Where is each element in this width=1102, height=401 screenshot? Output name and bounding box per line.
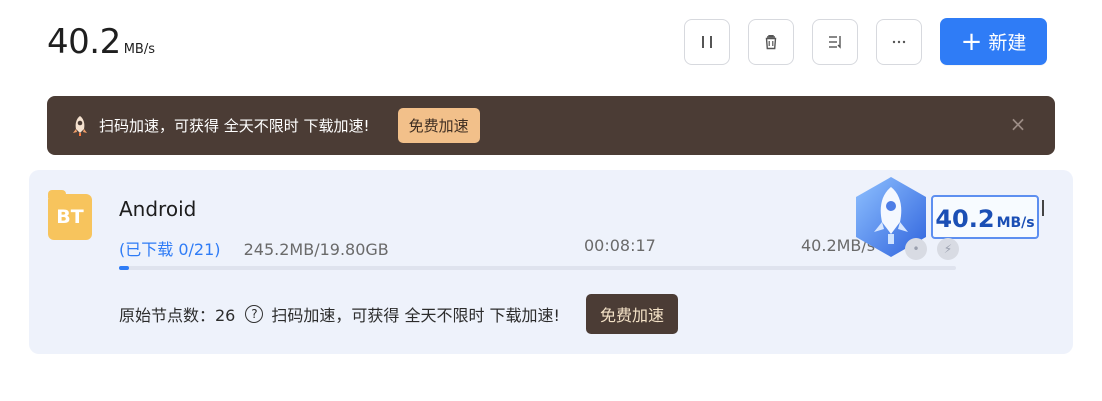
node-count: 原始节点数：26 bbox=[119, 306, 236, 325]
download-manager-window: 40.2 MB/s + 新建 扫码加速，可获得 全天不限时 下载加速! 免费加速… bbox=[0, 0, 1102, 401]
pause-icon bbox=[702, 35, 712, 48]
size-progress: 245.2MB/19.80GB bbox=[243, 240, 389, 259]
more-button[interactable] bbox=[876, 18, 922, 65]
download-meta-row: (已下载 0/21) 245.2MB/19.80GB 00:08:17 40.2… bbox=[119, 236, 875, 260]
pause-button[interactable] bbox=[684, 18, 730, 65]
new-task-label: 新建 bbox=[988, 32, 1027, 54]
progress-fill bbox=[119, 266, 130, 270]
promo-banner: 扫码加速，可获得 全天不限时 下载加速! 免费加速 × bbox=[47, 96, 1055, 155]
badge-edge-bar bbox=[1042, 200, 1044, 216]
bt-file-icon: BT bbox=[48, 190, 92, 240]
global-speed-unit: MB/s bbox=[123, 42, 155, 57]
help-circle-icon[interactable]: ? bbox=[245, 305, 264, 323]
banner-free-accel-button[interactable]: 免费加速 bbox=[397, 108, 480, 143]
sort-button[interactable] bbox=[812, 18, 858, 65]
rocket-icon bbox=[73, 115, 87, 136]
speed-badge-box: 40.2 MB/s bbox=[931, 195, 1039, 239]
trash-icon bbox=[765, 34, 777, 49]
global-speed: 40.2 MB/s bbox=[47, 22, 155, 62]
delete-button[interactable] bbox=[748, 18, 794, 65]
free-accel-button[interactable]: 免费加速 bbox=[585, 294, 678, 334]
sort-list-icon bbox=[829, 35, 841, 49]
circle-button-1[interactable]: • bbox=[905, 238, 927, 260]
bt-icon-label: BT bbox=[56, 206, 84, 228]
progress-bar bbox=[119, 266, 956, 270]
promo-text: 扫码加速，可获得 全天不限时 下载加速! bbox=[271, 306, 560, 325]
speed-badge-value: 40.2 bbox=[935, 205, 995, 233]
eta: 00:08:17 bbox=[584, 236, 656, 255]
speed-badge-unit: MB/s bbox=[996, 215, 1035, 231]
ellipsis-icon bbox=[892, 40, 906, 43]
close-icon[interactable]: × bbox=[1007, 113, 1029, 135]
new-task-button[interactable]: + 新建 bbox=[940, 18, 1047, 65]
lightning-icon[interactable]: ⚡ bbox=[937, 238, 959, 260]
file-name[interactable]: Android bbox=[119, 197, 196, 221]
banner-text: 扫码加速，可获得 全天不限时 下载加速! bbox=[99, 117, 370, 135]
nodes-row: 原始节点数：26 ? 扫码加速，可获得 全天不限时 下载加速! 免费加速 bbox=[119, 294, 678, 334]
downloaded-count[interactable]: (已下载 0/21) bbox=[119, 240, 221, 259]
global-speed-value: 40.2 bbox=[47, 22, 121, 62]
plus-icon: + bbox=[960, 26, 983, 57]
task-action-circles: • ⚡ bbox=[905, 238, 959, 260]
toolbar: + 新建 bbox=[684, 18, 1047, 65]
